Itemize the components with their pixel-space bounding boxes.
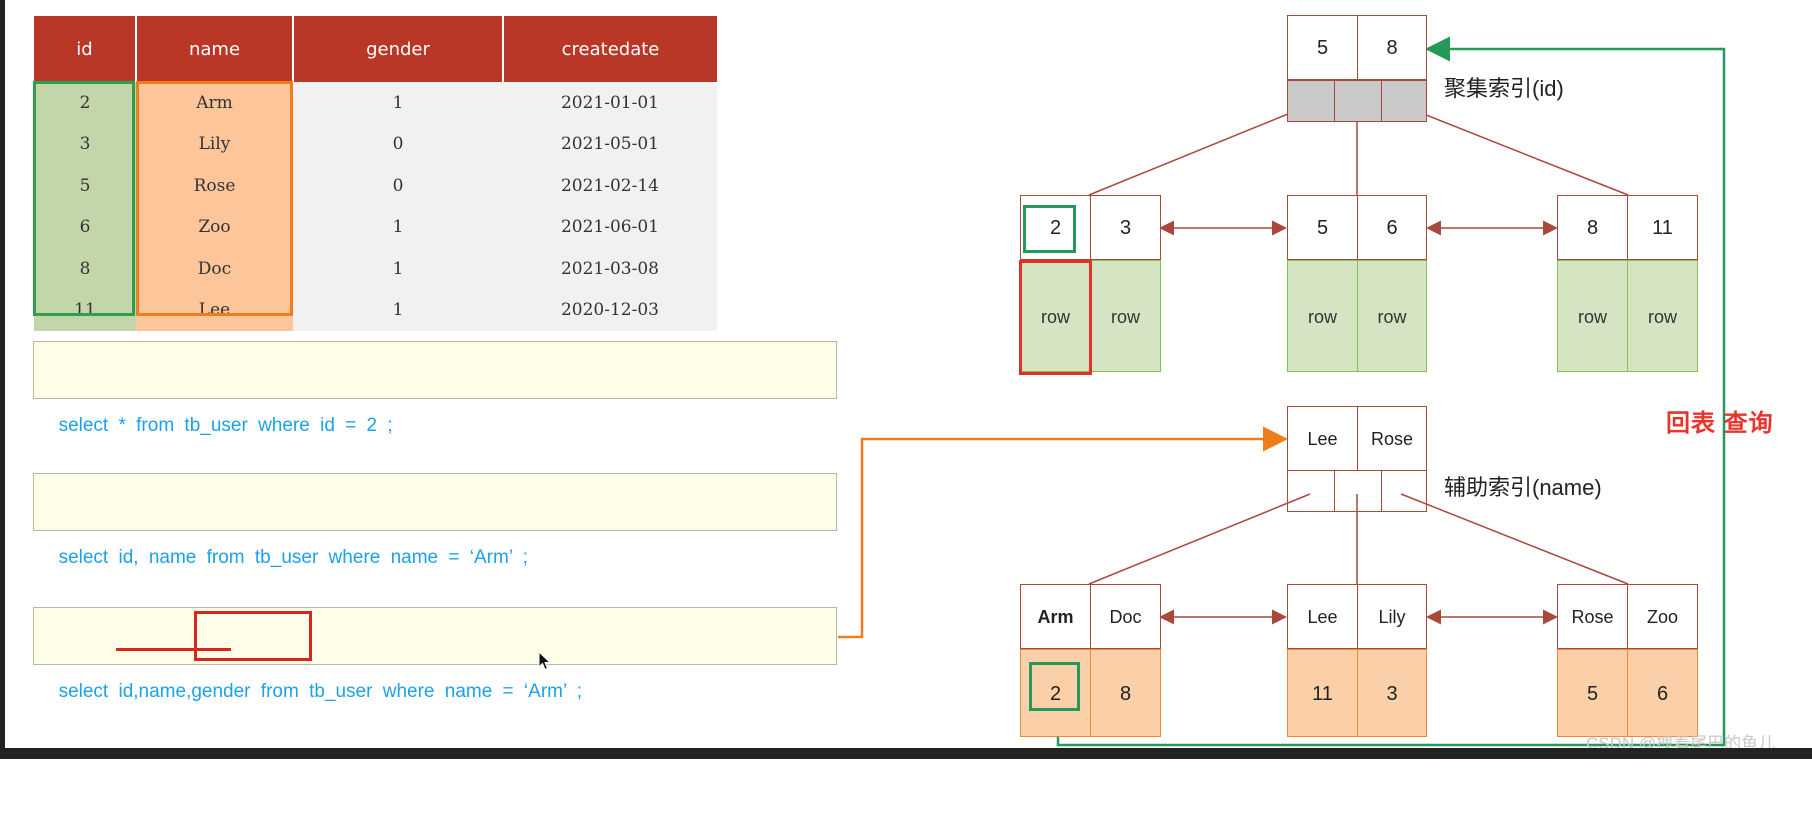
secondary-leaf-key: Arm: [1020, 584, 1091, 649]
row-highlight: [1019, 260, 1092, 375]
clustered-root-key: 5: [1287, 15, 1358, 80]
tree-link: [1400, 104, 1629, 196]
clustered-leaf-key: 5: [1287, 195, 1358, 260]
secondary-leaf-key: Lee: [1287, 584, 1358, 649]
bottom-window-edge: [0, 748, 1812, 759]
secondary-leaf-id: 8: [1090, 649, 1161, 737]
secondary-leaf-key: Lily: [1357, 584, 1427, 649]
id-2-highlight: [1029, 662, 1080, 711]
clustered-leaf-key: 11: [1627, 195, 1698, 260]
clustered-leaf-row: row: [1627, 260, 1698, 372]
secondary-root-key: Lee: [1287, 406, 1358, 471]
secondary-leaf-id: 5: [1557, 649, 1628, 737]
clustered-root-key: 8: [1357, 15, 1427, 80]
clustered-leaf-row: row: [1557, 260, 1628, 372]
secondary-root-key: Rose: [1357, 406, 1427, 471]
secondary-index-label: 辅助索引(name): [1444, 475, 1602, 500]
tree-link: [1088, 493, 1311, 585]
index-connectors: [838, 36, 1726, 747]
clustered-leaf-key: 8: [1557, 195, 1628, 260]
clustered-leaf-key: 6: [1357, 195, 1427, 260]
clustered-leaf-row: row: [1357, 260, 1427, 372]
clustered-root-pointer: [1287, 80, 1335, 122]
clustered-leaf-row: row: [1287, 260, 1358, 372]
secondary-leaf-key: Zoo: [1627, 584, 1698, 649]
secondary-root-pointer: [1334, 470, 1382, 512]
secondary-leaf-key: Rose: [1557, 584, 1628, 649]
secondary-root-pointer: [1381, 470, 1427, 512]
secondary-leaf-id: 11: [1287, 649, 1358, 737]
clustered-leaf-key: 3: [1090, 195, 1161, 260]
secondary-leaf-key: Doc: [1090, 584, 1161, 649]
tree-link: [1400, 493, 1629, 585]
secondary-leaf-id: 6: [1627, 649, 1698, 737]
clustered-index-label: 聚集索引(id): [1444, 76, 1564, 101]
clustered-root-pointer: [1381, 80, 1427, 122]
clustered-leaf-row: row: [1090, 260, 1161, 372]
clustered-root-pointer: [1334, 80, 1382, 122]
secondary-root-pointer: [1287, 470, 1335, 512]
secondary-leaf-id: 3: [1357, 649, 1427, 737]
key-2-highlight: [1023, 205, 1076, 253]
back-to-table-label: 回表 查询: [1666, 410, 1774, 437]
tree-link: [1088, 104, 1311, 196]
